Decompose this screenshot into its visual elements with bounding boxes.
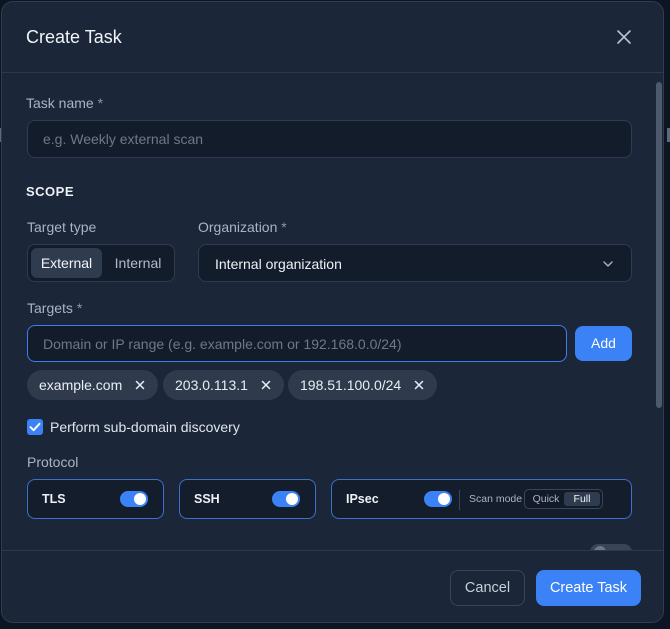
- targets-label-text: Targets: [27, 300, 73, 316]
- scope-section-title: SCOPE: [26, 184, 75, 199]
- cancel-button[interactable]: Cancel: [450, 570, 525, 606]
- check-icon: [29, 422, 41, 432]
- organization-label-text: Organization: [198, 219, 278, 235]
- ipsec-toggle[interactable]: [424, 491, 452, 507]
- dialog-footer: Cancel Create Task: [2, 550, 663, 622]
- protocol-card-ipsec: IPsec Scan mode Quick Full: [331, 479, 632, 519]
- protocol-label: Protocol: [27, 454, 79, 470]
- remove-chip-icon[interactable]: [413, 379, 425, 391]
- target-chip-label: 203.0.113.1: [175, 377, 248, 393]
- target-chip-label: example.com: [39, 377, 123, 393]
- toggle-knob: [134, 493, 146, 505]
- organization-selected-value: Internal organization: [215, 256, 342, 272]
- dialog-title: Create Task: [26, 27, 122, 47]
- scan-mode-quick[interactable]: Quick: [529, 492, 563, 506]
- subdomain-discovery-checkbox[interactable]: [27, 419, 43, 435]
- toggle-knob: [286, 493, 298, 505]
- dialog-body: Task name * SCOPE Target type External I…: [2, 74, 663, 550]
- target-chip-label: 198.51.100.0/24: [300, 377, 402, 393]
- organization-select[interactable]: Internal organization: [198, 244, 632, 282]
- remove-chip-icon[interactable]: [134, 379, 146, 391]
- create-task-dialog: Create Task Task name * SCOPE Target typ…: [1, 1, 664, 623]
- protocol-card-tls: TLS: [27, 479, 164, 519]
- targets-label: Targets *: [27, 300, 82, 316]
- task-name-label-text: Task name: [26, 95, 94, 111]
- protocol-name: SSH: [194, 492, 220, 506]
- remove-chip-icon[interactable]: [260, 379, 272, 391]
- targets-input[interactable]: [27, 325, 567, 362]
- protocol-name: TLS: [42, 492, 66, 506]
- organization-label: Organization *: [198, 219, 287, 235]
- close-icon: [617, 30, 631, 44]
- task-name-input[interactable]: [27, 120, 632, 158]
- task-name-label: Task name *: [26, 95, 103, 111]
- dialog-header: Create Task: [2, 2, 663, 73]
- target-chip: example.com: [27, 370, 159, 400]
- protocol-card-ssh: SSH: [179, 479, 316, 519]
- target-type-label: Target type: [27, 219, 97, 235]
- scrollbar-thumb[interactable]: [656, 82, 662, 408]
- create-task-button[interactable]: Create Task: [536, 570, 641, 606]
- close-button[interactable]: [614, 27, 634, 47]
- required-mark: *: [76, 300, 83, 316]
- target-type-external[interactable]: External: [31, 248, 102, 278]
- target-type-internal[interactable]: Internal: [104, 248, 172, 278]
- chevron-down-icon: [603, 261, 613, 267]
- target-chip: 203.0.113.1: [163, 370, 284, 400]
- ssh-toggle[interactable]: [272, 491, 300, 507]
- required-mark: *: [97, 95, 104, 111]
- scan-mode-full[interactable]: Full: [564, 492, 600, 506]
- required-mark: *: [281, 219, 287, 235]
- toggle-knob: [438, 493, 450, 505]
- tls-toggle[interactable]: [120, 491, 148, 507]
- scan-mode-label: Scan mode: [469, 493, 523, 505]
- divider: [459, 490, 460, 510]
- protocol-name: IPsec: [346, 492, 379, 506]
- add-target-button[interactable]: Add: [575, 326, 632, 361]
- scan-mode-segmented-control: Quick Full: [524, 489, 603, 509]
- subdomain-discovery-label[interactable]: Perform sub-domain discovery: [50, 419, 240, 435]
- target-chip: 198.51.100.0/24: [288, 370, 438, 400]
- target-type-segmented-control: External Internal: [27, 244, 175, 282]
